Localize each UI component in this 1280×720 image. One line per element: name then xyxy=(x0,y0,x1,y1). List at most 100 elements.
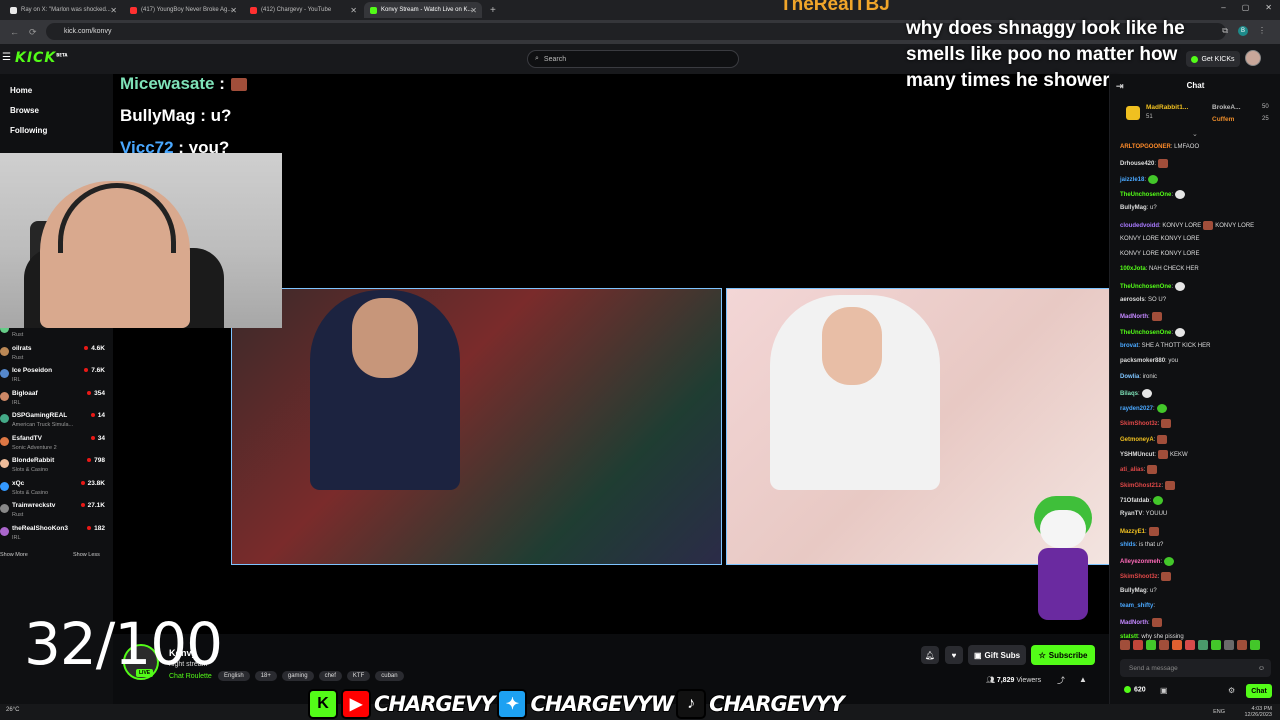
tab-close-icon[interactable]: ✕ xyxy=(350,6,357,15)
gifter-name[interactable]: BrokeA... xyxy=(1212,104,1241,111)
menu-icon[interactable]: ⋮ xyxy=(1258,26,1266,36)
chat-username[interactable]: aerosols xyxy=(1120,297,1145,303)
chat-username[interactable]: GetmoneyA xyxy=(1120,437,1154,443)
sidebar-item-following[interactable]: Following xyxy=(10,126,47,135)
gift-subs-button[interactable]: ▣ Gift Subs xyxy=(968,645,1026,665)
chat-username[interactable]: Dowlia xyxy=(1120,374,1139,380)
emote-icon[interactable] xyxy=(1211,640,1221,650)
search-input[interactable]: ⌕ Search xyxy=(527,50,739,68)
kicks-balance[interactable]: 620 xyxy=(1124,686,1146,693)
chat-username[interactable]: SkimGhost21z xyxy=(1120,483,1161,489)
emote-icon[interactable] xyxy=(1120,640,1130,650)
chat-username[interactable]: ati_alias xyxy=(1120,467,1144,473)
sidebar-channel[interactable]: theRealShooKon3 IRL 182 xyxy=(0,525,110,547)
chat-username[interactable]: Drhouse420 xyxy=(1120,161,1154,167)
emote-icon[interactable] xyxy=(1133,640,1143,650)
browser-tab[interactable]: (412) Chargevy - YouTube ✕ xyxy=(244,2,362,18)
emote-icon[interactable] xyxy=(1172,640,1182,650)
gifter-name[interactable]: MadRabbit1... xyxy=(1146,104,1188,111)
gifter-name[interactable]: Cuffem xyxy=(1212,116,1234,123)
emote-icon[interactable] xyxy=(1146,640,1156,650)
chat-username[interactable]: MazzyE1 xyxy=(1120,529,1145,535)
chat-username[interactable]: RyanTV xyxy=(1120,511,1142,517)
sidebar-channel[interactable]: BlondeRabbit Slots & Casino 798 xyxy=(0,457,110,479)
tag-chip[interactable]: gaming xyxy=(281,671,314,681)
chat-username[interactable]: cloudedvoidd xyxy=(1120,223,1159,229)
subscribe-button[interactable]: ☆ Subscribe xyxy=(1031,645,1095,665)
emote-icon[interactable] xyxy=(1159,640,1169,650)
browser-tab[interactable]: Ray on X: "Marlon was shocked... ✕ xyxy=(4,2,122,18)
chat-username[interactable]: SkimShoot3z xyxy=(1120,421,1158,427)
bell-icon[interactable]: 🔔︎ xyxy=(921,646,939,664)
clock[interactable]: 4:03 PM 12/26/2023 xyxy=(1244,706,1272,718)
sidebar-channel[interactable]: Bigloaaf IRL 354 xyxy=(0,390,110,412)
chat-username[interactable]: rayden2027 xyxy=(1120,406,1153,412)
sidebar-channel[interactable]: DSPGamingREAL American Truck Simula... 14 xyxy=(0,412,110,434)
tag-chip[interactable]: cuban xyxy=(375,671,404,681)
browser-profile-icon[interactable]: B xyxy=(1238,26,1248,36)
back-icon[interactable]: ← xyxy=(10,27,19,37)
report-icon[interactable]: ▲ xyxy=(1079,675,1087,686)
show-more-link[interactable]: Show More xyxy=(0,552,28,558)
chat-username[interactable]: TheUnchosenOne xyxy=(1120,284,1171,290)
heart-icon[interactable]: ♥ xyxy=(945,646,963,664)
new-tab-icon[interactable]: + xyxy=(490,5,496,16)
weather-widget[interactable]: 26°C xyxy=(6,707,19,713)
show-less-link[interactable]: Show Less xyxy=(73,552,100,558)
browser-tab[interactable]: (417) YoungBoy Never Broke Ag... ✕ xyxy=(124,2,242,18)
sidebar-channel[interactable]: Ice Poseidon IRL 7.6K xyxy=(0,367,110,389)
language-indicator[interactable]: ENG xyxy=(1213,709,1225,715)
sidebar-channel[interactable]: oilrats Rust 4.6K xyxy=(0,345,110,367)
close-window-icon[interactable]: ✕ xyxy=(1265,3,1272,12)
tab-close-icon[interactable]: ✕ xyxy=(230,6,237,15)
sidebar-channel[interactable]: xQc Slots & Casino 23.8K xyxy=(0,480,110,502)
tab-close-icon[interactable]: ✕ xyxy=(110,6,117,15)
emote-icon[interactable] xyxy=(1224,640,1234,650)
chat-input[interactable]: Send a message ☺ xyxy=(1120,659,1271,677)
chat-username[interactable]: packsmoker880 xyxy=(1120,358,1165,364)
tag-chip[interactable]: KTF xyxy=(346,671,371,681)
chat-username[interactable]: brovat xyxy=(1120,343,1138,349)
emoji-icon[interactable]: ☺ xyxy=(1258,665,1265,672)
chat-username[interactable]: MadNorth xyxy=(1120,314,1148,320)
maximize-icon[interactable]: ▢ xyxy=(1242,3,1250,12)
tab-close-icon[interactable]: ✕ xyxy=(470,6,477,15)
extensions-icon[interactable]: ⧉ xyxy=(1222,26,1228,36)
chat-username[interactable]: shlds xyxy=(1120,542,1136,548)
emote-icon[interactable] xyxy=(1185,640,1195,650)
chat-username[interactable]: statstt xyxy=(1120,634,1138,640)
tag-chip[interactable]: chef xyxy=(318,671,342,681)
chat-username[interactable]: Bilaqs xyxy=(1120,391,1138,397)
gift-chat-icon[interactable]: ▣ xyxy=(1160,686,1168,695)
collapse-chat-icon[interactable]: ⇥ xyxy=(1116,74,1124,98)
minimize-icon[interactable]: – xyxy=(1221,3,1225,12)
settings-icon[interactable]: ⚙ xyxy=(1228,686,1235,695)
get-kicks-button[interactable]: Get KICKs xyxy=(1186,51,1240,67)
chat-username[interactable]: MadNorth xyxy=(1120,620,1148,626)
chat-username[interactable]: TheUnchosenOne xyxy=(1120,192,1171,198)
chat-username[interactable]: team_shifty xyxy=(1120,603,1153,609)
kick-logo[interactable]: KICKBETA xyxy=(15,50,67,66)
sidebar-channel[interactable]: Trainwreckstv Rust 27.1K xyxy=(0,502,110,524)
chat-username[interactable]: BullyMag xyxy=(1120,205,1147,211)
chat-username[interactable]: TheUnchosenOne xyxy=(1120,330,1171,336)
sidebar-item-browse[interactable]: Browse xyxy=(10,106,39,115)
emote-icon[interactable] xyxy=(1198,640,1208,650)
pinned-chevron-icon[interactable]: ⌄ xyxy=(1192,130,1198,138)
user-avatar[interactable] xyxy=(1245,50,1261,66)
tag-chip[interactable]: 18+ xyxy=(254,671,277,681)
sidebar-channel[interactable]: EsfandTV Sonic Adventure 2 34 xyxy=(0,435,110,457)
chat-username[interactable]: BullyMag xyxy=(1120,588,1147,594)
chat-username[interactable]: 71Ofatdab xyxy=(1120,498,1149,504)
browser-tab[interactable]: Konvy Stream - Watch Live on K... ✕ xyxy=(364,2,482,18)
chat-username[interactable]: YSHMUncut xyxy=(1120,452,1154,458)
reload-icon[interactable]: ⟳ xyxy=(29,27,37,38)
tag-chip[interactable]: English xyxy=(218,671,250,681)
chat-username[interactable]: ARLTOPGOONER xyxy=(1120,144,1171,150)
hamburger-icon[interactable]: ☰ xyxy=(2,52,11,63)
send-chat-button[interactable]: Chat xyxy=(1246,684,1272,698)
chat-username[interactable]: jaizzle18 xyxy=(1120,177,1144,183)
emote-icon[interactable] xyxy=(1250,640,1260,650)
chat-username[interactable]: SkimShoot3z xyxy=(1120,574,1158,580)
chat-username[interactable]: Alleyezonmeh xyxy=(1120,559,1160,565)
